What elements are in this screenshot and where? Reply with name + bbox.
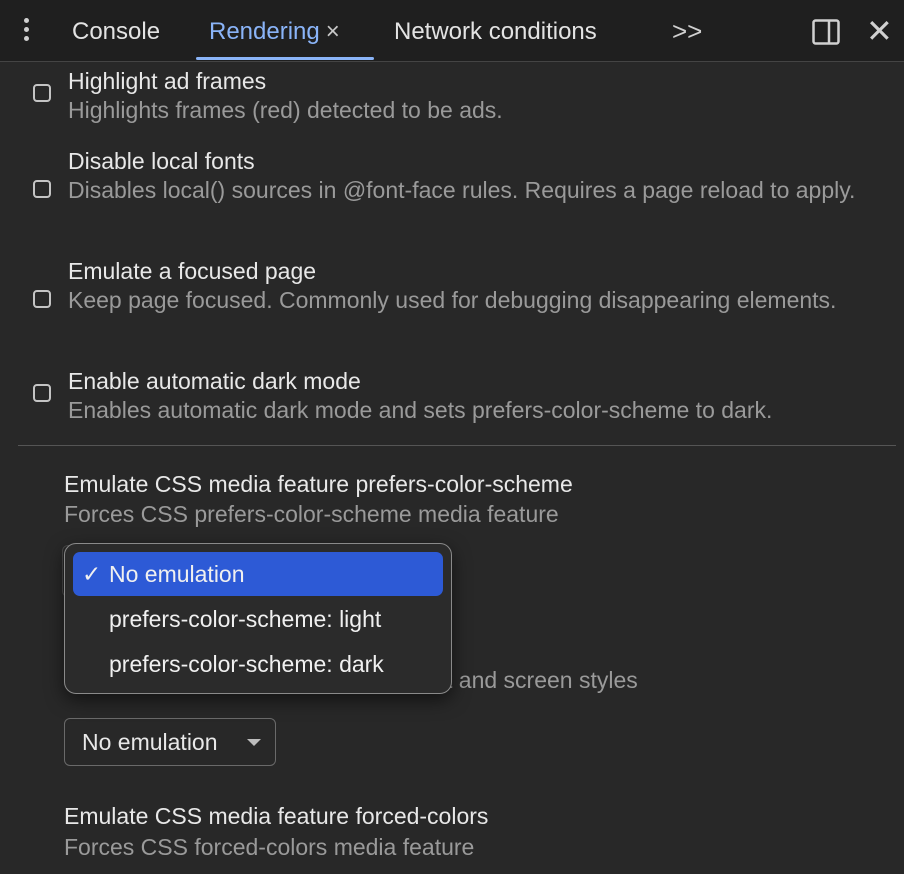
option-title: Highlight ad frames: [68, 68, 267, 94]
active-tab-indicator: [196, 57, 374, 60]
tab-rendering[interactable]: Rendering ×: [209, 18, 340, 46]
dropdown-arrow-icon: [247, 739, 261, 746]
dropdown-option-light[interactable]: prefers-color-scheme: light: [73, 597, 443, 641]
dropdown-option-label: No emulation: [109, 561, 245, 587]
dropdown-option-dark[interactable]: prefers-color-scheme: dark: [73, 642, 443, 686]
option-description: Enables automatic dark mode and sets pre…: [68, 397, 773, 423]
emulate-focused-page-checkbox[interactable]: [33, 290, 51, 308]
automatic-dark-mode-checkbox[interactable]: [33, 384, 51, 402]
option-title: Emulate a focused page: [68, 258, 317, 284]
tab-rendering-label: Rendering: [209, 18, 320, 45]
forced-colors-title: Emulate CSS media feature forced-colors: [64, 803, 489, 829]
color-scheme-dropdown-menu: ✓ No emulation prefers-color-scheme: lig…: [64, 543, 452, 694]
forced-colors-description: Forces CSS forced-colors media feature: [64, 834, 475, 860]
tab-network-conditions[interactable]: Network conditions: [394, 18, 597, 46]
media-type-description: t and screen styles: [446, 667, 638, 693]
dropdown-option-no-emulation[interactable]: ✓ No emulation: [73, 552, 443, 596]
highlight-ad-frames-checkbox[interactable]: [33, 84, 51, 102]
color-scheme-title: Emulate CSS media feature prefers-color-…: [64, 471, 573, 497]
option-title: Enable automatic dark mode: [68, 368, 361, 394]
checkmark-icon: ✓: [82, 561, 102, 587]
dock-side-icon[interactable]: [812, 19, 840, 45]
dropdown-option-label: prefers-color-scheme: dark: [109, 651, 384, 677]
option-description: Highlights frames (red) detected to be a…: [68, 97, 503, 123]
section-divider: [18, 445, 896, 446]
more-options-icon[interactable]: [16, 18, 36, 46]
option-description: Disables local() sources in @font-face r…: [68, 177, 856, 203]
close-tab-icon[interactable]: ×: [326, 18, 340, 45]
media-type-select[interactable]: No emulation: [64, 718, 276, 766]
color-scheme-description: Forces CSS prefers-color-scheme media fe…: [64, 501, 559, 527]
tab-bar: Console Rendering × Network conditions >>…: [0, 0, 904, 62]
option-description: Keep page focused. Commonly used for deb…: [68, 287, 837, 313]
option-title: Disable local fonts: [68, 148, 255, 174]
tab-console[interactable]: Console: [72, 18, 160, 46]
dropdown-option-label: prefers-color-scheme: light: [109, 606, 382, 632]
close-drawer-icon[interactable]: ✕: [866, 15, 893, 47]
media-type-select-value: No emulation: [82, 729, 218, 755]
more-tabs-icon[interactable]: >>: [672, 16, 702, 47]
disable-local-fonts-checkbox[interactable]: [33, 180, 51, 198]
